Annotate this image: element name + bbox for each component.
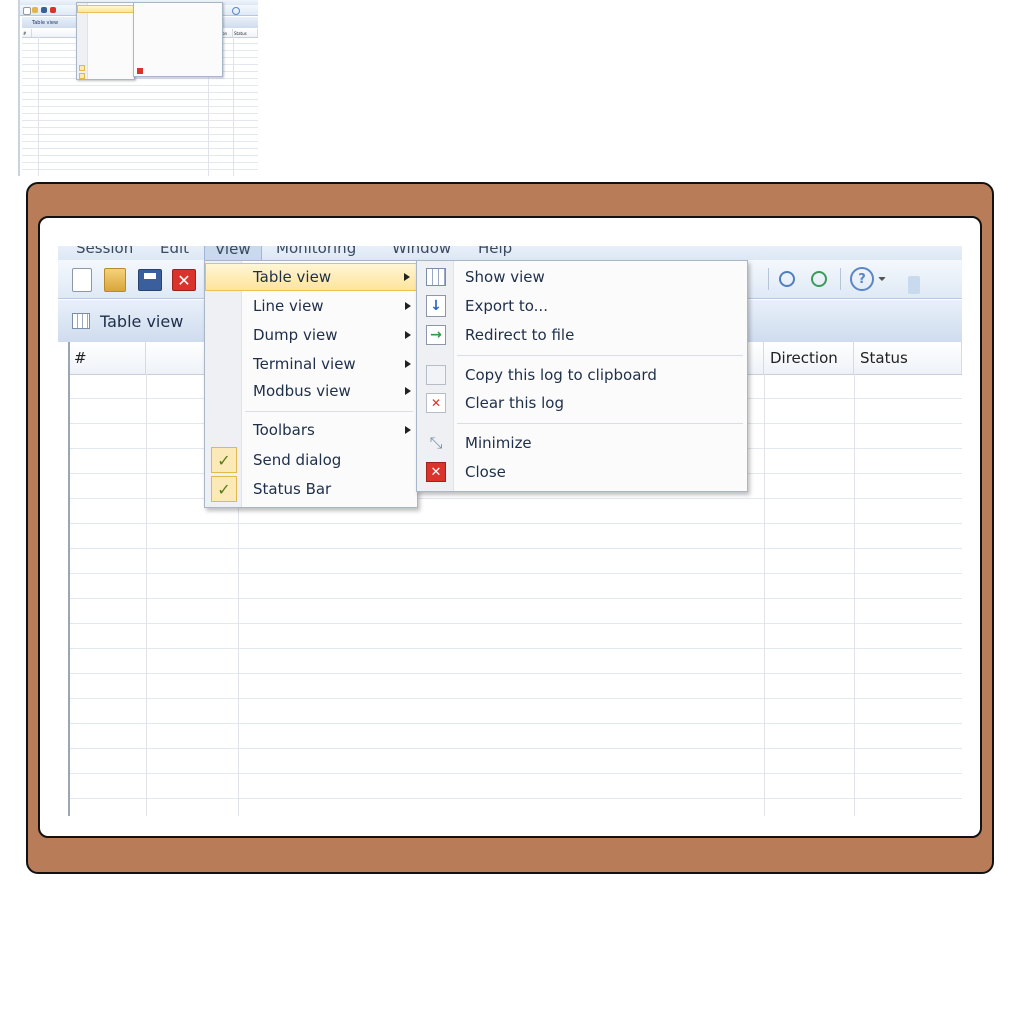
thumbnail-screenshot: Table view # Direction Status xyxy=(18,0,258,176)
submenu-item-clear-log[interactable]: ✕ Clear this log xyxy=(417,389,747,417)
help-icon[interactable]: ? xyxy=(850,267,874,291)
redirect-file-icon: → xyxy=(426,325,446,345)
app-window: Session Edit View Monitoring Window Help… xyxy=(58,246,962,816)
menu-window[interactable]: Window xyxy=(392,246,451,260)
column-status[interactable]: Status xyxy=(854,342,962,374)
grid-icon xyxy=(426,268,446,286)
submenu-item-redirect-to-file[interactable]: → Redirect to file xyxy=(417,321,747,349)
open-icon[interactable] xyxy=(104,268,126,292)
menu-item-toolbars[interactable]: Toolbars xyxy=(205,416,417,444)
thumb-new-icon xyxy=(23,7,31,15)
thumb-view-menu xyxy=(76,2,135,80)
close-session-icon[interactable]: ✕ xyxy=(172,269,196,291)
new-icon[interactable] xyxy=(72,268,92,292)
checkmark-icon: ✓ xyxy=(211,447,237,473)
grid-line xyxy=(68,342,70,816)
submenu-item-close[interactable]: ✕ Close xyxy=(417,458,747,486)
separator xyxy=(768,268,769,290)
menu-item-send-dialog[interactable]: ✓ Send dialog xyxy=(205,446,417,474)
find-next-icon[interactable] xyxy=(808,268,830,290)
column-number[interactable]: # xyxy=(68,342,146,374)
find-icon[interactable] xyxy=(776,268,798,290)
help-dropdown-icon[interactable] xyxy=(878,277,886,281)
submenu-arrow-icon xyxy=(405,302,411,310)
menu-item-line-view[interactable]: Line view xyxy=(205,292,417,320)
thumb-open-icon xyxy=(32,7,38,13)
menu-item-terminal-view[interactable]: Terminal view xyxy=(205,350,417,378)
grid-line xyxy=(146,374,147,816)
menu-separator xyxy=(457,355,743,356)
submenu-item-export-to[interactable]: ↓ Export to... xyxy=(417,292,747,320)
submenu-arrow-icon xyxy=(405,360,411,368)
column-direction[interactable]: Direction xyxy=(764,342,854,374)
menu-item-table-view[interactable]: Table view xyxy=(205,263,417,291)
clear-log-icon: ✕ xyxy=(426,393,446,413)
submenu-item-show-view[interactable]: Show view xyxy=(417,263,747,291)
menu-bar: Session Edit View Monitoring Window Help xyxy=(58,246,962,260)
submenu-arrow-icon xyxy=(405,426,411,434)
checkmark-icon: ✓ xyxy=(211,476,237,502)
submenu-item-copy-log[interactable]: Copy this log to clipboard xyxy=(417,361,747,389)
menu-separator xyxy=(245,411,413,412)
submenu-arrow-icon xyxy=(405,331,411,339)
menu-item-status-bar[interactable]: ✓ Status Bar xyxy=(205,475,417,503)
thumb-help-icon xyxy=(232,7,240,15)
toolbar-overflow-icon[interactable] xyxy=(908,276,920,294)
picture-frame: Session Edit View Monitoring Window Help… xyxy=(26,182,994,874)
menu-session[interactable]: Session xyxy=(76,246,133,260)
export-arrow-icon: ↓ xyxy=(426,295,446,317)
submenu-item-minimize[interactable]: ⤡ Minimize xyxy=(417,429,747,457)
frame-mat: Session Edit View Monitoring Window Help… xyxy=(38,216,982,838)
menu-view[interactable]: View xyxy=(204,246,262,260)
minimize-icon: ⤡ xyxy=(429,433,443,452)
menu-monitoring[interactable]: Monitoring xyxy=(276,246,356,260)
menu-item-modbus-view[interactable]: Modbus view xyxy=(205,377,417,405)
close-icon: ✕ xyxy=(426,462,446,482)
copy-icon xyxy=(426,365,446,385)
separator xyxy=(840,268,841,290)
menu-help[interactable]: Help xyxy=(478,246,512,260)
table-view-submenu: Show view ↓ Export to... → Redirect to f… xyxy=(416,260,748,492)
menu-edit[interactable]: Edit xyxy=(160,246,189,260)
submenu-arrow-icon xyxy=(405,387,411,395)
save-icon[interactable] xyxy=(138,269,162,291)
thumb-save-icon xyxy=(41,7,47,13)
thumb-table-view-submenu xyxy=(133,2,223,77)
table-view-icon xyxy=(72,313,90,329)
grid-line xyxy=(854,374,855,816)
thumb-close-icon xyxy=(50,7,56,13)
panel-title: Table view xyxy=(100,311,184,331)
grid-line xyxy=(764,374,765,816)
submenu-arrow-icon xyxy=(404,273,410,281)
menu-separator xyxy=(457,423,743,424)
menu-item-dump-view[interactable]: Dump view xyxy=(205,321,417,349)
view-menu: Table view Line view Dump view Terminal … xyxy=(204,260,418,508)
